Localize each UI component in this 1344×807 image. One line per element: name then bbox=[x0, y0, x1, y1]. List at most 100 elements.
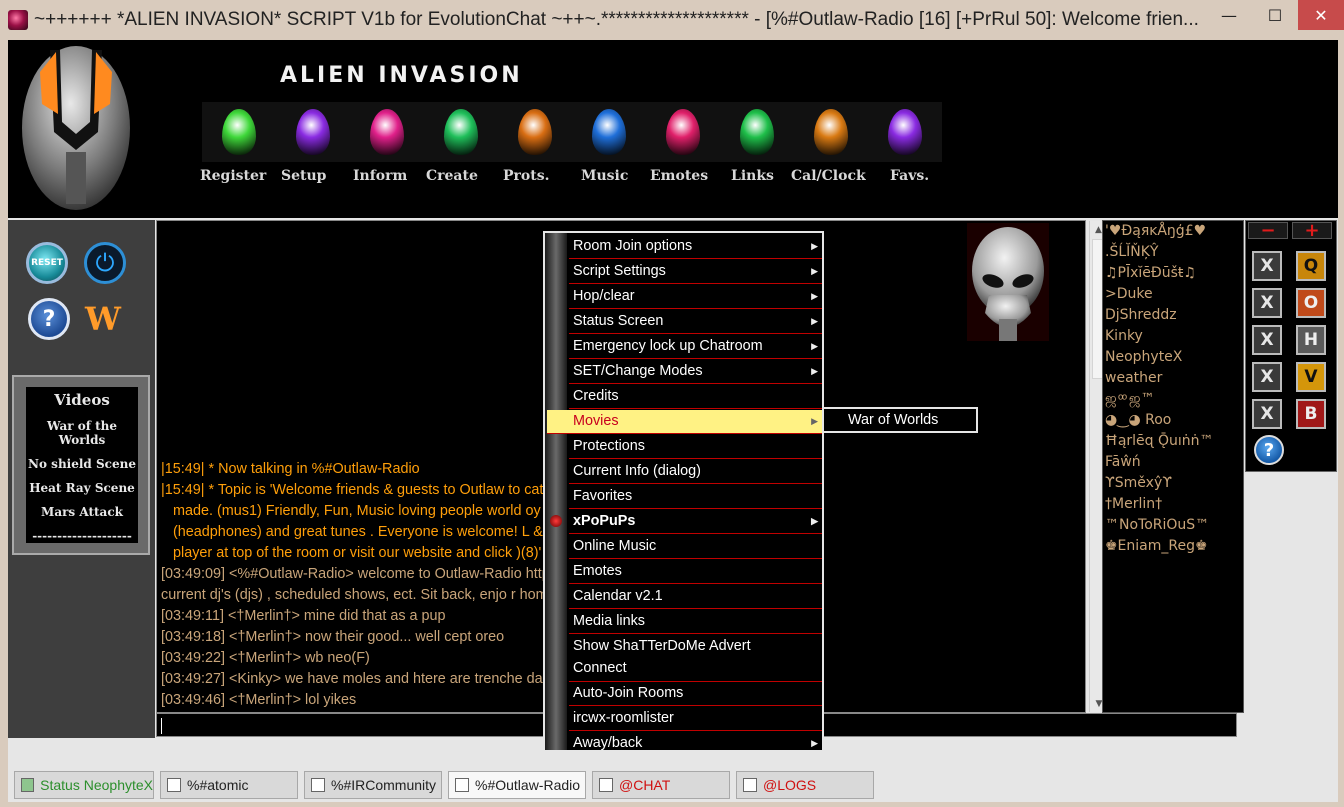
window-tab[interactable]: @CHAT bbox=[592, 771, 730, 799]
header-menu-label[interactable]: Create bbox=[426, 168, 478, 184]
video-item[interactable]: No shield Scene bbox=[26, 457, 138, 471]
menu-item[interactable]: Media links bbox=[569, 610, 822, 634]
header-menu-label[interactable]: Favs. bbox=[890, 168, 929, 184]
menu-item[interactable]: Current Info (dialog) bbox=[569, 460, 822, 484]
submenu-arrow-icon: ▶ bbox=[811, 341, 818, 351]
menu-item[interactable]: Away/back ▶ bbox=[569, 732, 822, 756]
window-tab[interactable]: %#Outlaw-Radio bbox=[448, 771, 586, 799]
minimize-button[interactable]: — bbox=[1206, 0, 1252, 30]
help-icon[interactable]: ? bbox=[28, 298, 70, 340]
alien-icon[interactable] bbox=[646, 102, 720, 162]
submenu-item-war-of-worlds[interactable]: War of Worlds bbox=[828, 409, 976, 431]
submenu-arrow-icon: ▶ bbox=[811, 516, 818, 526]
help-icon[interactable]: ? bbox=[1254, 435, 1284, 465]
menu-item[interactable]: Hop/clear ▶ bbox=[569, 285, 822, 309]
menu-item[interactable]: Online Music bbox=[569, 535, 822, 559]
header-menu-label[interactable]: Register bbox=[200, 168, 266, 184]
nick-item[interactable]: NeophyteX bbox=[1103, 347, 1243, 368]
alien-button-strip bbox=[202, 102, 944, 162]
nick-item[interactable]: Fāŵń bbox=[1103, 452, 1243, 473]
mode-button[interactable]: O bbox=[1296, 288, 1326, 318]
menu-item[interactable]: SET/Change Modes ▶ bbox=[569, 360, 822, 384]
nick-item[interactable]: >Duke bbox=[1103, 284, 1243, 305]
mode-panel: − + ? XQXOXHXVXB bbox=[1245, 220, 1337, 472]
window-tab[interactable]: @LOGS bbox=[736, 771, 874, 799]
alien-icon[interactable] bbox=[868, 102, 942, 162]
header-menu-label[interactable]: Music bbox=[581, 168, 628, 184]
header-menu-label[interactable]: Cal/Clock bbox=[791, 168, 866, 184]
alien-icon[interactable] bbox=[202, 102, 276, 162]
menu-item[interactable]: Credits bbox=[569, 385, 822, 409]
menu-item[interactable]: Emotes bbox=[569, 560, 822, 584]
video-item[interactable]: Mars Attack bbox=[26, 505, 138, 519]
menu-item[interactable]: ircwx-roomlister bbox=[569, 707, 822, 731]
nick-item[interactable]: ◕‿◕ Roo bbox=[1103, 410, 1243, 431]
menu-item[interactable]: Movies ▶ bbox=[547, 410, 822, 434]
mode-button[interactable]: H bbox=[1296, 325, 1326, 355]
menu-item[interactable]: Favorites bbox=[569, 485, 822, 509]
nick-item[interactable]: ♫PĪxĭēĐūšŧ♫ bbox=[1103, 263, 1243, 284]
mode-button[interactable]: Q bbox=[1296, 251, 1326, 281]
alien-icon[interactable] bbox=[794, 102, 868, 162]
nick-item[interactable]: †Merlin† bbox=[1103, 494, 1243, 515]
nick-item[interactable]: .ŠĹĬŇĶŶ bbox=[1103, 242, 1243, 263]
header-menu-label[interactable]: Prots. bbox=[503, 168, 549, 184]
menu-item[interactable]: Show ShaTTerDoMe Advert Connect bbox=[569, 635, 822, 682]
alien-icon[interactable] bbox=[720, 102, 794, 162]
header-menu-label[interactable]: Inform bbox=[353, 168, 407, 184]
alien-icon[interactable] bbox=[424, 102, 498, 162]
menu-item[interactable]: Auto-Join Rooms bbox=[569, 682, 822, 706]
menu-item[interactable]: Emergency lock up Chatroom ▶ bbox=[569, 335, 822, 359]
nick-item[interactable]: ϒSměxŷϒ bbox=[1103, 473, 1243, 494]
menu-item[interactable]: Status Screen ▶ bbox=[569, 310, 822, 334]
alien-icon[interactable] bbox=[350, 102, 424, 162]
menu-item[interactable]: Script Settings ▶ bbox=[569, 260, 822, 284]
context-menu-sidebar bbox=[545, 233, 567, 750]
window-tab[interactable]: Status NeophyteX bbox=[14, 771, 154, 799]
alien-icon[interactable] bbox=[276, 102, 350, 162]
menu-item[interactable]: Calendar v2.1 bbox=[569, 585, 822, 609]
nick-item[interactable]: DjShreddz bbox=[1103, 305, 1243, 326]
nick-item[interactable]: ™NoToRiOuS™ bbox=[1103, 515, 1243, 536]
nick-item[interactable]: weather bbox=[1103, 368, 1243, 389]
mode-button[interactable]: V bbox=[1296, 362, 1326, 392]
menu-item[interactable]: Room Join options ▶ bbox=[569, 235, 822, 259]
plus-button[interactable]: + bbox=[1292, 220, 1332, 241]
window-tab[interactable]: %#atomic bbox=[160, 771, 298, 799]
power-icon[interactable]: ⏻ bbox=[84, 242, 126, 284]
menu-item[interactable]: xPoPuPs ▶ bbox=[569, 510, 822, 534]
maximize-button[interactable]: ☐ bbox=[1252, 0, 1298, 30]
reset-button[interactable]: RESET bbox=[26, 242, 68, 284]
close-button[interactable]: ✕ bbox=[1298, 0, 1344, 30]
header-menu-label[interactable]: Setup bbox=[281, 168, 326, 184]
remove-mode-button[interactable]: X bbox=[1252, 399, 1282, 429]
remove-mode-button[interactable]: X bbox=[1252, 325, 1282, 355]
menu-item[interactable]: Protections bbox=[569, 435, 822, 459]
alien-icon[interactable] bbox=[572, 102, 646, 162]
menu-item-label: Emotes bbox=[573, 563, 622, 579]
minus-button[interactable]: − bbox=[1248, 220, 1288, 241]
header-menu-label[interactable]: Links bbox=[731, 168, 774, 184]
submenu-arrow-icon: ▶ bbox=[811, 416, 818, 426]
remove-mode-button[interactable]: X bbox=[1252, 362, 1282, 392]
winamp-icon[interactable]: W bbox=[82, 298, 124, 340]
nick-item[interactable]: Ħąrlēɋ Ǭuıṅṅ™ bbox=[1103, 431, 1243, 452]
remove-mode-button[interactable]: X bbox=[1252, 251, 1282, 281]
nick-item[interactable]: ♚Eniam_Reg♚ bbox=[1103, 536, 1243, 557]
nick-item[interactable]: ஜ ͦ ͦ ஜ™ bbox=[1103, 389, 1243, 410]
alien-icon[interactable] bbox=[498, 102, 572, 162]
window-tab[interactable]: %#IRCommunity bbox=[304, 771, 442, 799]
header-menu-label[interactable]: Emotes bbox=[650, 168, 708, 184]
menu-item-label: Show ShaTTerDoMe Advert Connect bbox=[573, 638, 751, 676]
nick-item[interactable]: Kinky bbox=[1103, 326, 1243, 347]
nick-list[interactable]: '♥ĐąяĸÅŋģ£♥ .ŠĹĬŇĶŶ ♫PĪxĭēĐūšŧ♫ >Duke DjShre… bbox=[1102, 220, 1244, 713]
remove-mode-button[interactable]: X bbox=[1252, 288, 1282, 318]
menu-item-label: ircwx-roomlister bbox=[573, 710, 674, 726]
video-item[interactable]: Heat Ray Scene bbox=[26, 481, 138, 495]
nick-item[interactable]: '♥ĐąяĸÅŋģ£♥ bbox=[1103, 221, 1243, 242]
app-icon[interactable] bbox=[8, 10, 28, 30]
video-item[interactable]: War of the Worlds bbox=[26, 419, 138, 447]
submenu-arrow-icon: ▶ bbox=[811, 291, 818, 301]
mode-button[interactable]: B bbox=[1296, 399, 1326, 429]
menu-item-label: Status Screen bbox=[573, 313, 664, 329]
